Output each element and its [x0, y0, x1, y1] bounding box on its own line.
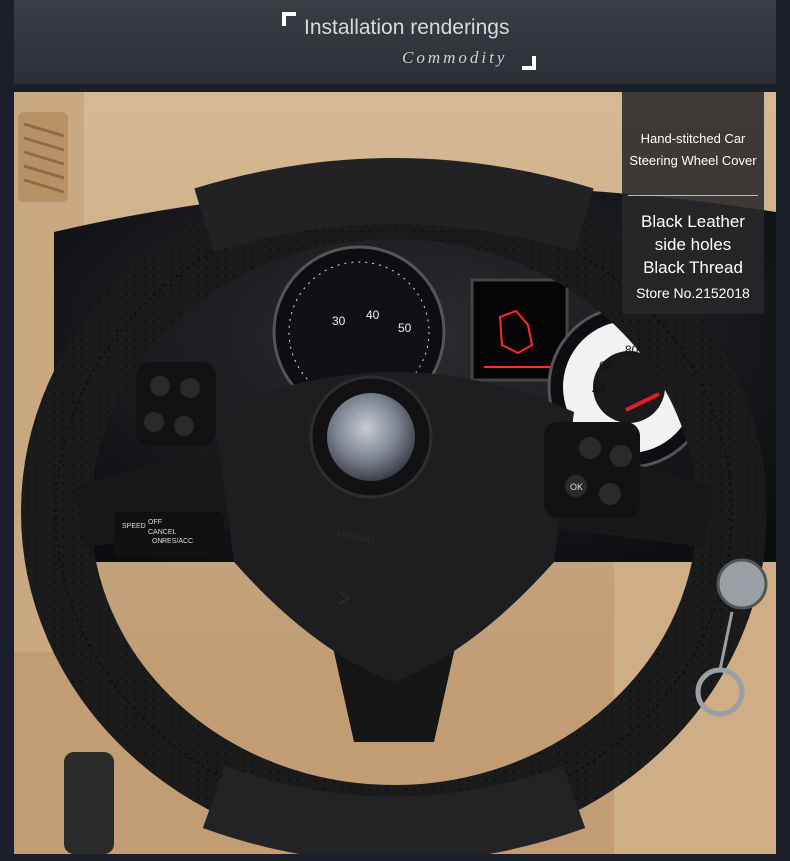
down-button[interactable] [599, 483, 621, 505]
gauge-tick-label: 30 [332, 314, 346, 328]
thread-label: Black Thread [643, 258, 743, 277]
gauge-tick-label: 40 [366, 308, 380, 322]
product-name-line: Steering Wheel Cover [629, 153, 757, 168]
holes-label: side holes [654, 235, 732, 254]
left-control-pad [136, 362, 216, 446]
product-name: Hand-stitched Car Steering Wheel Cover [622, 128, 764, 172]
brand-logo [327, 393, 415, 481]
svg-text:OK: OK [570, 482, 583, 492]
divider [628, 195, 758, 196]
star-button[interactable] [180, 378, 200, 398]
svg-text:SPEED: SPEED [122, 523, 146, 530]
svg-text:CANCEL: CANCEL [148, 529, 177, 536]
voice-button[interactable] [150, 376, 170, 396]
corner-bracket-bottom-right [522, 56, 536, 70]
up-button[interactable] [610, 445, 632, 467]
corner-bracket-top-left [282, 12, 296, 26]
phone-button[interactable] [579, 437, 601, 459]
product-info-box: Hand-stitched Car Steering Wheel Cover B… [622, 92, 764, 314]
right-control-pad [544, 422, 640, 518]
material-label: Black Leather [641, 212, 745, 231]
right-button[interactable] [174, 416, 194, 436]
section-subtitle: Commodity [402, 48, 508, 67]
header-banner: Installation renderings Commodity [14, 0, 776, 84]
left-button[interactable] [144, 412, 164, 432]
store-number: Store No.2152018 [636, 285, 750, 301]
ignition-key [716, 558, 768, 610]
svg-text:RES/ACC: RES/ACC [162, 538, 193, 545]
svg-text:OFF: OFF [148, 519, 162, 526]
product-name-line: Hand-stitched Car [640, 131, 746, 146]
section-title: Installation renderings [304, 16, 510, 39]
svg-text:ON: ON [152, 538, 163, 545]
gauge-tick-label: 60 [599, 359, 613, 373]
product-specs: Black Leather side holes Black Thread St… [622, 210, 764, 305]
gauge-tick-label: 40 [592, 383, 606, 397]
gauge-tick-label: 50 [398, 321, 412, 335]
